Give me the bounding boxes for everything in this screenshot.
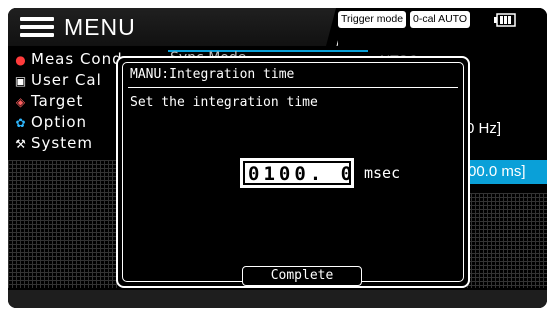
- menu-header[interactable]: MENU: [8, 8, 338, 46]
- dialog-message: Set the integration time: [130, 95, 318, 110]
- side-item-label: Meas Cond: [31, 50, 123, 68]
- hamburger-menu-icon[interactable]: [20, 17, 54, 41]
- integration-time-input[interactable]: 0100. 0: [240, 158, 354, 188]
- side-item-label: Option: [31, 113, 88, 131]
- side-item-user-cal[interactable]: ▣ User Cal: [14, 71, 102, 91]
- menu-title: MENU: [64, 14, 136, 40]
- integration-time-value: 0100. 0: [248, 163, 357, 185]
- zero-cal-badge: 0-cal AUTO: [410, 11, 471, 28]
- header-bar: MENU Trigger mode 0-cal AUTO: [8, 8, 547, 46]
- device-screen: MENU Trigger mode 0-cal AUTO Sync Mode N…: [8, 8, 547, 308]
- gear-icon: ✿: [15, 116, 27, 130]
- side-item-system[interactable]: ⚒ System: [14, 134, 93, 154]
- side-item-label: System: [31, 134, 93, 152]
- side-item-label: User Cal: [31, 71, 102, 89]
- background-grid: [8, 160, 118, 288]
- dialog-title: MANU:Integration time: [130, 67, 295, 82]
- frequency-value: 0 Hz]: [466, 120, 502, 137]
- side-item-label: Target: [31, 92, 84, 110]
- tools-icon: ⚒: [15, 137, 27, 151]
- trigger-mode-badge: Trigger mode: [338, 11, 407, 28]
- card-icon: ▣: [14, 74, 28, 88]
- bottom-status-bar: [8, 290, 547, 308]
- battery-icon: [494, 13, 516, 27]
- background-grid: [463, 193, 547, 288]
- side-item-target[interactable]: ◈ Target: [14, 92, 83, 112]
- dialog-divider: [128, 87, 458, 88]
- complete-button[interactable]: Complete: [242, 266, 362, 286]
- side-item-option[interactable]: ✿ Option: [14, 113, 87, 133]
- ring-icon: ●: [15, 53, 27, 67]
- integration-time-dialog: MANU:Integration time Set the integratio…: [116, 56, 470, 288]
- integration-time-unit: msec: [364, 164, 401, 182]
- target-icon: ◈: [15, 95, 27, 109]
- integration-value-highlight: 00.0 ms]: [458, 160, 547, 184]
- side-item-meas-cond[interactable]: ● Meas Cond: [14, 50, 123, 70]
